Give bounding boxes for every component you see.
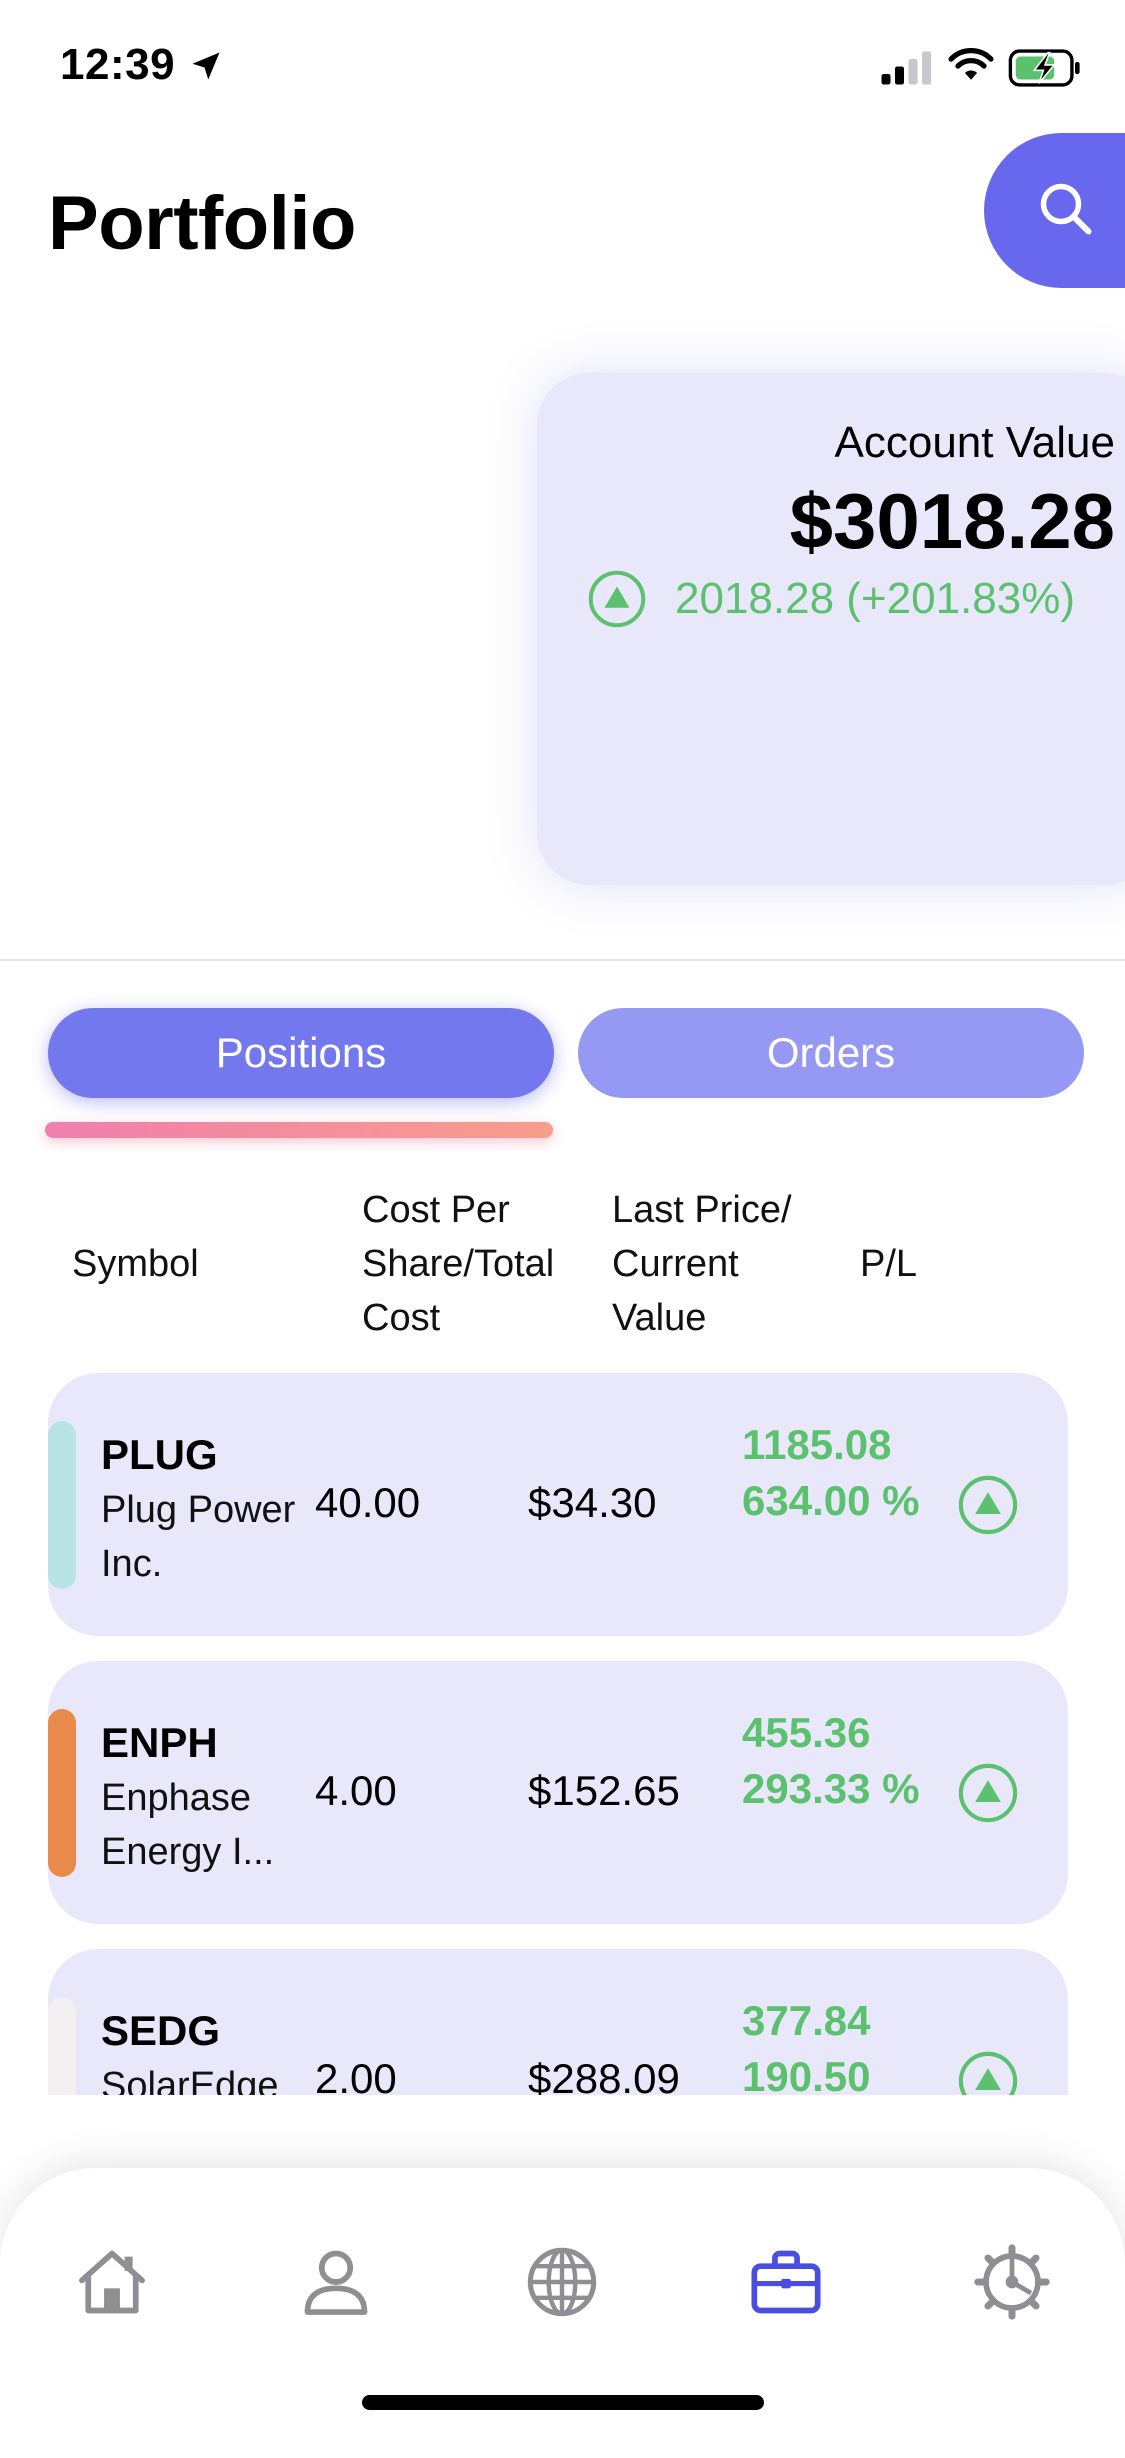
position-color-bar: [48, 1421, 76, 1589]
position-last-price: $288.09: [528, 2055, 680, 2095]
column-header-last-price: Last Price/ Current Value: [612, 1189, 792, 1339]
position-last-price: $34.30: [528, 1479, 657, 1526]
account-change-text: 2018.28 (+201.83%): [675, 574, 1075, 623]
briefcase-icon[interactable]: [748, 2244, 824, 2320]
tab-positions[interactable]: Positions: [48, 1008, 554, 1098]
position-name: SolarEdge: [101, 2065, 279, 2095]
globe-icon[interactable]: [524, 2244, 600, 2320]
trend-up-icon: [958, 1763, 1018, 1823]
search-icon: [1040, 183, 1092, 235]
column-header-pl: P/L: [860, 1243, 918, 1285]
active-tab-indicator: [45, 1122, 553, 1138]
page-title: Portfolio: [48, 181, 356, 266]
column-header-symbol: Symbol: [72, 1243, 199, 1285]
trend-up-icon: [958, 2051, 1018, 2095]
account-value-card: Account Value $3018.28 2018.28 (+201.83%…: [537, 373, 1125, 885]
account-value-label: Account Value: [834, 418, 1115, 467]
cellular-signal-icon: [881, 51, 931, 85]
location-arrow-icon: [192, 52, 220, 80]
battery-charging-icon: [1008, 49, 1080, 87]
position-color-bar: [48, 1997, 76, 2095]
positions-list[interactable]: PLUG Plug Power Inc. 40.00 $34.30 1185.0…: [0, 1360, 1125, 2095]
home-indicator[interactable]: [362, 2395, 764, 2410]
account-change: 2018.28 (+201.83%): [587, 569, 1075, 629]
position-row[interactable]: PLUG Plug Power Inc. 40.00 $34.30 1185.0…: [48, 1373, 1068, 1636]
trend-up-icon: [958, 1475, 1018, 1535]
home-icon[interactable]: [74, 2244, 150, 2320]
status-time: 12:39: [60, 40, 176, 89]
tab-orders[interactable]: Orders: [578, 1008, 1084, 1098]
search-button[interactable]: [984, 133, 1125, 288]
section-divider: [0, 959, 1125, 961]
position-cost: 40.00: [315, 1479, 421, 1526]
wifi-icon: [948, 48, 994, 80]
position-last-price: $152.65: [528, 1767, 680, 1814]
account-value-amount: $3018.28: [789, 477, 1115, 565]
position-name: Enphase Energy I...: [101, 1777, 275, 1873]
position-cost: 4.00: [315, 1767, 397, 1814]
position-pl: 1185.08 634.00 %: [742, 1421, 920, 1524]
position-cost: 2.00: [315, 2055, 397, 2095]
position-color-bar: [48, 1709, 76, 1877]
settings-gear-icon[interactable]: [974, 2244, 1050, 2320]
position-row[interactable]: SEDG SolarEdge 2.00 $288.09 377.84 190.5…: [48, 1949, 1068, 2095]
position-pl: 377.84 190.50: [742, 1997, 871, 2095]
position-name: Plug Power Inc.: [101, 1489, 296, 1585]
position-symbol: ENPH: [101, 1719, 218, 1766]
profile-icon[interactable]: [298, 2244, 374, 2320]
position-symbol: SEDG: [101, 2007, 221, 2054]
position-symbol: PLUG: [101, 1431, 218, 1478]
position-row[interactable]: ENPH Enphase Energy I... 4.00 $152.65 45…: [48, 1661, 1068, 1924]
position-pl: 455.36 293.33 %: [742, 1709, 920, 1812]
column-header-cost: Cost Per Share/Total Cost: [362, 1189, 555, 1339]
trend-up-icon: [588, 570, 646, 628]
status-bar: 12:39: [0, 0, 1125, 135]
